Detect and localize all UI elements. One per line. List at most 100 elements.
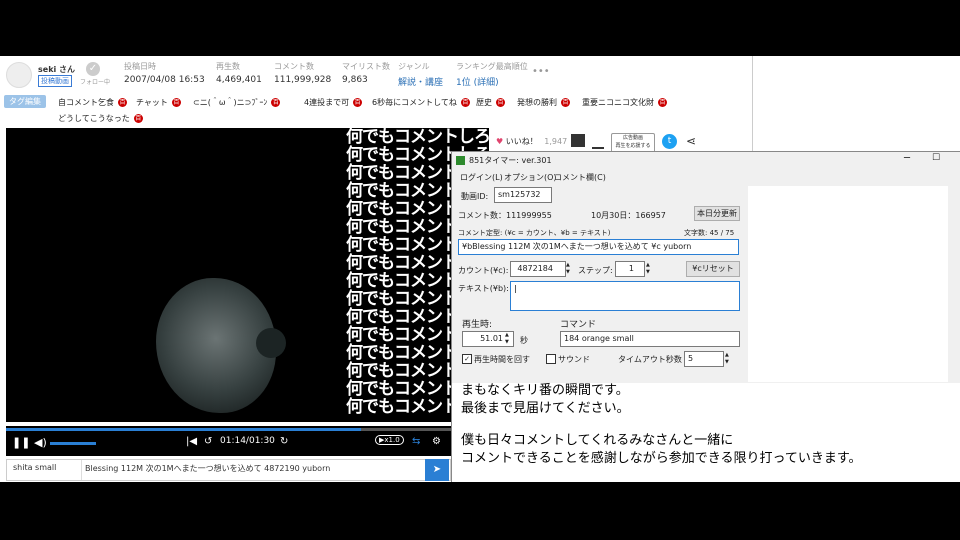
stat-label: ジャンル (398, 62, 430, 71)
command-field[interactable]: 184 orange small (560, 331, 740, 347)
tag-label: 4連投まで可 (304, 98, 350, 107)
text-field[interactable]: | (510, 281, 740, 311)
mylist-icon[interactable] (571, 134, 585, 147)
menu-comment[interactable]: コメント欄(C) (554, 172, 606, 183)
player-controls: ❚❚ ◀) |◀ ↺ 01:14/01:30 ↻ ▶x1.0 ⇆ ⚙ ▬ (6, 426, 489, 456)
tag-item[interactable]: 6秒毎にコメントしてね百 (372, 97, 470, 108)
message-line-4: コメントできることを感謝しながら参加できる限り打っていきます。 (461, 451, 862, 466)
skip-back-icon[interactable]: |◀ (186, 436, 197, 447)
ad-button[interactable]: 広告動画 再生を応援する (611, 133, 655, 153)
dictionary-icon[interactable]: 百 (171, 98, 181, 107)
stat-views: 再生数 4,469,401 (216, 61, 262, 85)
dictionary-icon[interactable]: 百 (460, 98, 470, 107)
menu-login[interactable]: ログイン(L) (460, 172, 503, 183)
tag-item[interactable]: 発想の勝利百 (517, 97, 570, 108)
video-id-field[interactable]: sm125732 (494, 187, 552, 203)
timeout-spinner-icon[interactable]: ▲ ▼ (725, 352, 729, 366)
seconds-label: 秒 (520, 336, 528, 345)
video-id-label: 動画ID: (461, 192, 489, 201)
twitter-icon[interactable]: t (662, 134, 677, 149)
step-spinner-icon[interactable]: ▲ ▼ (646, 262, 650, 276)
seek-bar-played[interactable] (6, 428, 361, 431)
message-overlay: まもなくキリ番の瞬間です。 最後まで見届けてください。 僕も日々コメントしてくれ… (451, 383, 960, 482)
maximize-icon[interactable]: ☐ (932, 153, 940, 163)
refresh-button[interactable]: 本日分更新 (694, 206, 740, 221)
repeat-icon[interactable]: ⇆ (412, 436, 420, 447)
loop-checkbox[interactable]: ✓ (462, 354, 472, 364)
follow-label[interactable]: フォロー中 (80, 77, 110, 86)
tag-item[interactable]: ⊂ニ(＾ω＾)ニ⊃ﾌﾞｰﾝ百 (193, 97, 281, 108)
comment-text-input[interactable]: Blessing 112M 次の1Mへまた一つ想いを込めて 4872190 yu… (85, 463, 330, 474)
command-label: コマンド (560, 320, 597, 330)
tag-item[interactable]: チャット百 (136, 97, 181, 108)
tag-label: 発想の勝利 (517, 98, 557, 107)
stat-posted: 投稿日時 2007/04/08 16:53 (124, 61, 205, 85)
video-player[interactable]: 何でもコメントしろ 何でもコメントしろ 何でもコメントしろ 何でもコメントしろ … (6, 128, 489, 422)
tag-item[interactable]: 自コメント乞食百 (58, 97, 127, 108)
timer-window: 851タイマー: ver.301 ─ ☐ ログイン(L) オプション(O) コメ… (451, 151, 960, 384)
dictionary-icon[interactable]: 百 (271, 98, 281, 107)
step-field[interactable]: 1 (615, 261, 645, 277)
message-line-3: 僕も日々コメントしてくれるみなさんと一緒に (461, 433, 734, 448)
timeout-field[interactable]: 5 (684, 351, 724, 367)
tag-item[interactable]: どうしてこうなった百 (58, 113, 143, 124)
stat-genre: ジャンル 解説・講座 (398, 61, 443, 88)
volume-slider[interactable] (50, 442, 96, 445)
text-cursor: | (514, 284, 517, 293)
time-display: 01:14/01:30 (220, 436, 275, 446)
count-spinner-icon[interactable]: ▲ ▼ (566, 262, 570, 276)
stat-mylist: マイリスト数 9,863 (342, 61, 390, 85)
stat-label: コメント数 (274, 62, 314, 71)
video-frame-shadow (256, 328, 286, 358)
tag-item[interactable]: 4連投まで可百 (304, 97, 363, 108)
menu-option[interactable]: オプション(O) (504, 172, 557, 183)
tag-edit-button[interactable]: タグ編集 (4, 95, 46, 108)
send-comment-button[interactable]: ➤ (425, 459, 449, 481)
app-icon (456, 156, 465, 165)
tag-label: 6秒毎にコメントしてね (372, 98, 457, 107)
dictionary-icon[interactable]: 百 (561, 98, 570, 107)
message-line-1: まもなくキリ番の瞬間です。 (461, 383, 629, 398)
avatar[interactable] (6, 62, 32, 88)
stat-value[interactable]: 解説・講座 (398, 75, 443, 88)
template-field[interactable]: ¥bBlessing 112M 次の1Mへまた一つ想いを込めて ¥c yubor… (458, 239, 739, 255)
dictionary-icon[interactable]: 百 (496, 98, 505, 107)
uploader-badge[interactable]: 投稿動画 (38, 75, 72, 87)
play-time-spinner-icon[interactable]: ▲ ▼ (505, 332, 509, 346)
minimize-icon[interactable]: ─ (904, 153, 910, 164)
blank-panel (748, 186, 948, 382)
tag-label: ⊂ニ(＾ω＾)ニ⊃ﾌﾞｰﾝ (193, 98, 268, 107)
stat-value: 4,469,401 (216, 75, 262, 85)
more-icon[interactable]: ••• (532, 66, 550, 77)
follow-check-icon[interactable]: ✓ (86, 62, 100, 76)
comment-input-bar: shita small Blessing 112M 次の1Mへまた一つ想いを込め… (6, 459, 451, 481)
count-label: カウント(¥c): (458, 266, 509, 275)
tag-item[interactable]: 歴史百 (476, 97, 505, 108)
today-count: 10月30日：166957 (591, 211, 666, 220)
share-up-icon[interactable] (592, 134, 604, 149)
stat-value: 111,999,928 (274, 75, 332, 85)
reset-count-button[interactable]: ¥cリセット (686, 261, 740, 277)
sound-checkbox[interactable] (546, 354, 556, 364)
dictionary-icon[interactable]: 百 (118, 98, 127, 107)
dictionary-icon[interactable]: 百 (133, 114, 143, 123)
share-icon[interactable]: ⋖ (686, 134, 696, 148)
count-field[interactable]: 4872184 (510, 261, 566, 277)
volume-icon[interactable]: ◀) (34, 436, 47, 449)
like-label: いいね！ (505, 137, 538, 146)
like-button[interactable]: ♥ いいね！ 1,947 (496, 136, 567, 147)
speed-button[interactable]: ▶x1.0 (375, 435, 404, 445)
settings-icon[interactable]: ⚙ (432, 436, 441, 447)
command-input[interactable]: shita small (13, 463, 56, 472)
dictionary-icon[interactable]: 百 (353, 98, 363, 107)
stat-label: 投稿日時 (124, 62, 156, 71)
pause-icon[interactable]: ❚❚ (12, 436, 30, 449)
tag-item[interactable]: 重要ニコニコ文化財百 (582, 97, 667, 108)
forward-icon[interactable]: ↻ (280, 436, 288, 447)
rewind-icon[interactable]: ↺ (204, 436, 212, 447)
uploader-name[interactable]: seki さん (38, 64, 75, 75)
stat-comments: コメント数 111,999,928 (274, 61, 331, 85)
dictionary-icon[interactable]: 百 (658, 98, 667, 107)
stat-value[interactable]: 1位 (詳細) (456, 75, 528, 88)
text-label: テキスト(¥b): (458, 284, 509, 293)
